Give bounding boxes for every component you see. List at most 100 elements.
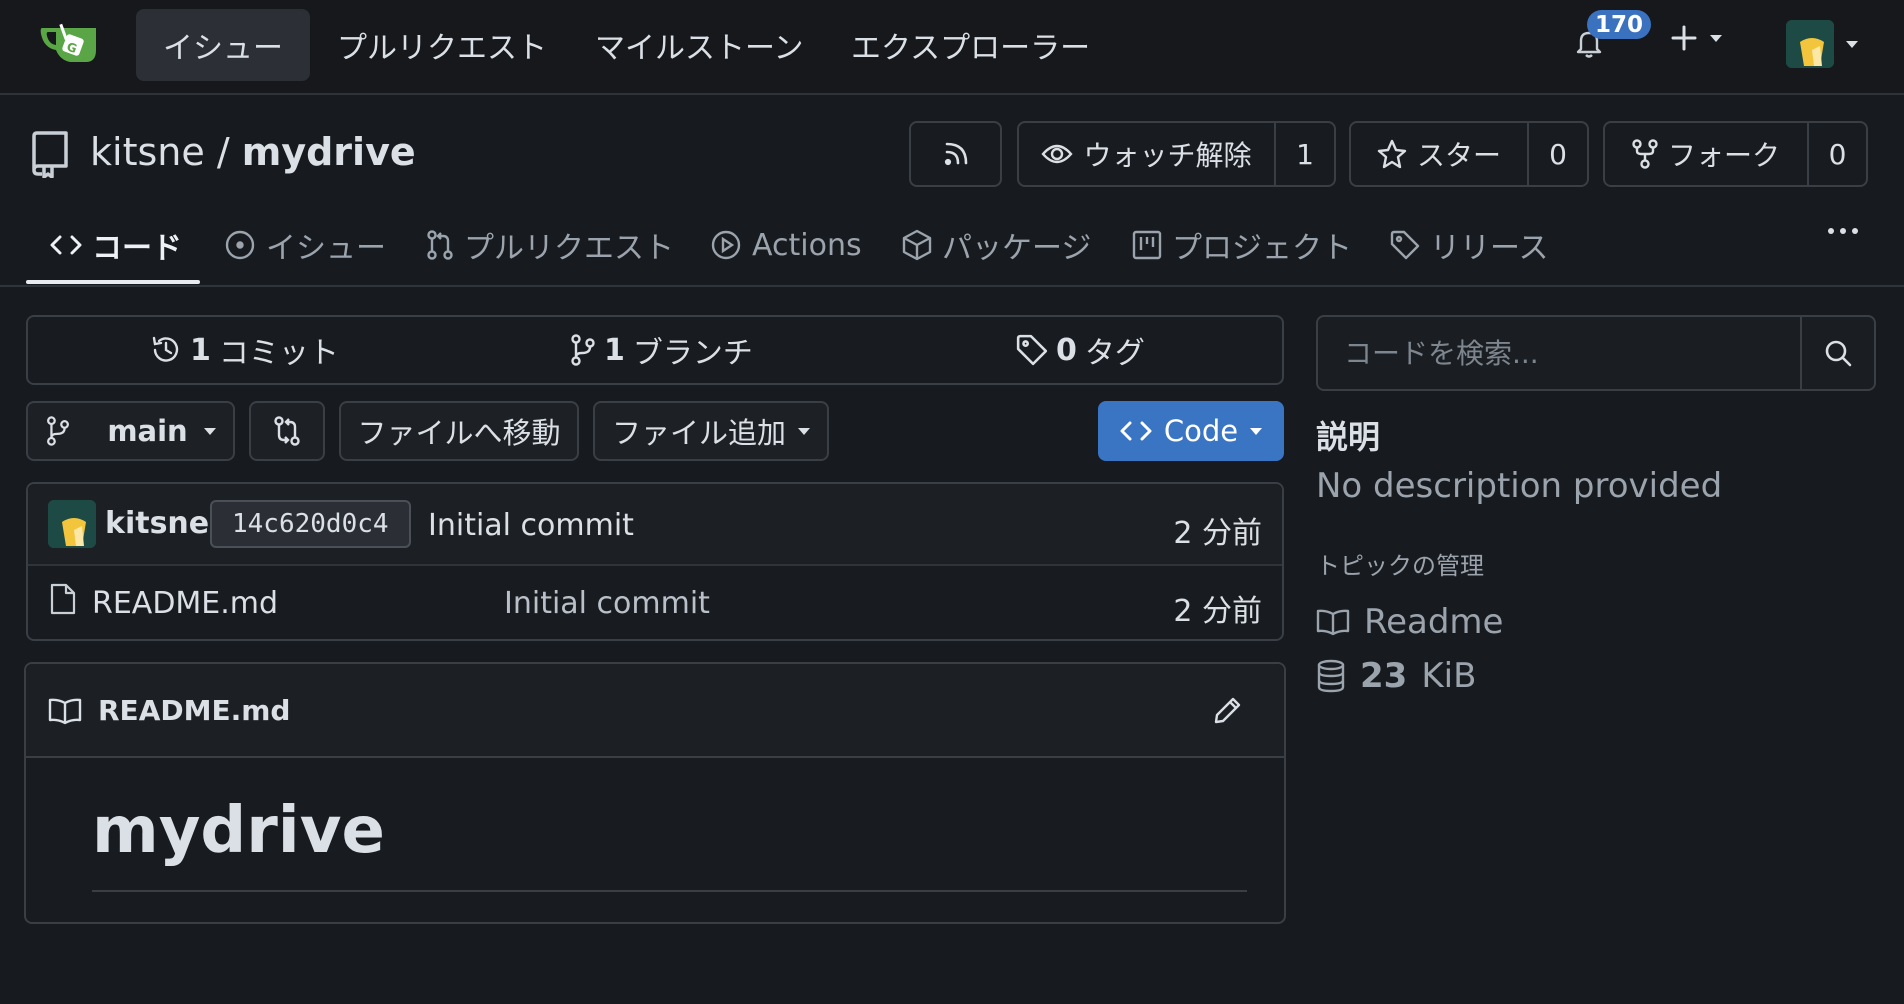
- history-icon: [152, 336, 179, 362]
- search-icon: [1825, 340, 1852, 367]
- commits-label: コミット: [218, 336, 339, 371]
- branch-icon: [47, 416, 70, 446]
- stars-count[interactable]: 0: [1527, 123, 1587, 185]
- plus-icon: [1671, 25, 1697, 51]
- repo-size[interactable]: 23 KiB: [1316, 656, 1476, 696]
- eye-icon: [1041, 144, 1074, 164]
- user-avatar: [1786, 20, 1834, 68]
- tab-pulls[interactable]: プルリクエスト: [426, 205, 674, 285]
- commit-sha-button[interactable]: 14c620d0c4: [210, 500, 411, 548]
- book-icon: [1316, 609, 1350, 636]
- fork-label: フォーク: [1667, 139, 1780, 172]
- tab-packages[interactable]: パッケージ: [902, 205, 1091, 285]
- commit-message[interactable]: Initial commit: [428, 508, 634, 543]
- create-new-menu[interactable]: [1670, 24, 1722, 52]
- branches-stat[interactable]: 1 ブランチ: [570, 317, 753, 383]
- book-icon: [48, 698, 82, 725]
- tab-actions[interactable]: Actions: [710, 205, 862, 285]
- fork-button[interactable]: フォーク: [1605, 123, 1807, 185]
- tab-issues-label: イシュー: [266, 231, 386, 266]
- star-button[interactable]: スター: [1351, 123, 1527, 185]
- top-navbar: G イシュー プルリクエスト マイルストーン エクスプローラー 170: [0, 0, 1904, 95]
- readme-panel: README.md mydrive: [24, 662, 1286, 924]
- chevron-down-icon: [203, 427, 216, 435]
- branches-count: 1: [604, 332, 625, 368]
- search-button[interactable]: [1800, 317, 1874, 389]
- tab-projects-label: プロジェクト: [1172, 231, 1352, 266]
- readme-heading: mydrive: [92, 794, 385, 868]
- repo-title: kitsne / mydrive: [90, 130, 416, 174]
- pull-request-icon: [427, 230, 453, 260]
- clone-code-button[interactable]: Code: [1098, 401, 1284, 461]
- tab-code-label: コード: [92, 231, 182, 266]
- nav-pulls[interactable]: プルリクエスト: [310, 9, 574, 81]
- readme-filename[interactable]: README.md: [98, 694, 290, 727]
- nav-issues[interactable]: イシュー: [136, 9, 310, 81]
- tab-issues[interactable]: イシュー: [224, 205, 386, 285]
- branch-name: main: [107, 414, 188, 448]
- repo-name-link[interactable]: mydrive: [242, 130, 416, 174]
- chevron-down-icon: [1710, 34, 1722, 42]
- unwatch-button[interactable]: ウォッチ解除: [1019, 123, 1274, 185]
- author-avatar[interactable]: [48, 500, 96, 548]
- tags-stat[interactable]: 0 タグ: [1016, 317, 1145, 383]
- file-row: README.md Initial commit 2 分前: [28, 568, 1282, 639]
- package-icon: [902, 229, 932, 261]
- tab-projects[interactable]: プロジェクト: [1132, 205, 1352, 285]
- notification-count-badge[interactable]: 170: [1587, 10, 1652, 39]
- gitea-logo-icon[interactable]: G: [38, 20, 102, 68]
- file-commit-message[interactable]: Initial commit: [504, 586, 710, 621]
- file-commit-time: 2 分前: [1173, 594, 1262, 629]
- latest-commit-row: kitsne 14c620d0c4 Initial commit 2 分前: [28, 484, 1282, 566]
- commit-author[interactable]: kitsne: [105, 506, 209, 541]
- chevron-down-icon: [1846, 40, 1858, 48]
- repo-owner-link[interactable]: kitsne: [90, 130, 205, 174]
- repo-size-unit: KiB: [1421, 656, 1477, 696]
- watchers-count[interactable]: 1: [1274, 123, 1334, 185]
- tag-icon: [1016, 334, 1048, 366]
- star-label: スター: [1416, 139, 1501, 172]
- repo-icon: [30, 130, 70, 178]
- branch-icon: [571, 334, 595, 366]
- branches-label: ブランチ: [632, 336, 753, 371]
- star-button-group: スター 0: [1349, 121, 1589, 187]
- code-search-input[interactable]: [1318, 317, 1800, 389]
- readme-header: README.md: [26, 664, 1284, 758]
- file-table: kitsne 14c620d0c4 Initial commit 2 分前 RE…: [26, 482, 1284, 641]
- play-icon: [711, 230, 741, 260]
- edit-pencil-icon[interactable]: [1212, 694, 1244, 726]
- readme-sidebar-link[interactable]: Readme: [1316, 602, 1503, 642]
- add-file-label: ファイル追加: [611, 416, 786, 450]
- nav-explore[interactable]: エクスプローラー: [824, 9, 1117, 81]
- chevron-down-icon: [798, 427, 810, 435]
- tag-icon: [1390, 230, 1420, 260]
- add-file-button[interactable]: ファイル追加: [593, 401, 829, 461]
- nav-milestones[interactable]: マイルストーン: [568, 9, 831, 81]
- commits-stat[interactable]: 1 コミット: [150, 317, 339, 383]
- issue-icon: [225, 230, 255, 260]
- commits-count: 1: [190, 332, 211, 368]
- repo-size-value: 23: [1360, 656, 1408, 696]
- manage-topics-link[interactable]: トピックの管理: [1316, 546, 1484, 581]
- active-tab-indicator: [26, 280, 200, 284]
- tab-code[interactable]: コード: [50, 205, 182, 285]
- code-icon: [1120, 421, 1152, 441]
- code-icon: [50, 235, 82, 255]
- user-menu[interactable]: [1786, 20, 1858, 68]
- branch-selector[interactable]: main: [26, 401, 235, 461]
- more-tabs-icon[interactable]: [1826, 225, 1860, 237]
- commit-time: 2 分前: [1173, 516, 1262, 551]
- tab-pulls-label: プルリクエスト: [464, 231, 674, 266]
- tab-actions-label: Actions: [752, 227, 862, 263]
- tags-label: タグ: [1084, 336, 1145, 371]
- repo-separator: /: [216, 130, 230, 174]
- file-name-link[interactable]: README.md: [92, 586, 278, 621]
- tab-releases[interactable]: リリース: [1390, 205, 1549, 285]
- rss-button[interactable]: [909, 121, 1002, 187]
- compare-button[interactable]: [249, 401, 325, 461]
- go-to-file-button[interactable]: ファイルへ移動: [339, 401, 579, 461]
- unwatch-label: ウォッチ解除: [1083, 139, 1252, 172]
- forks-count[interactable]: 0: [1807, 123, 1866, 185]
- rss-icon: [944, 142, 967, 166]
- project-board-icon: [1132, 230, 1162, 260]
